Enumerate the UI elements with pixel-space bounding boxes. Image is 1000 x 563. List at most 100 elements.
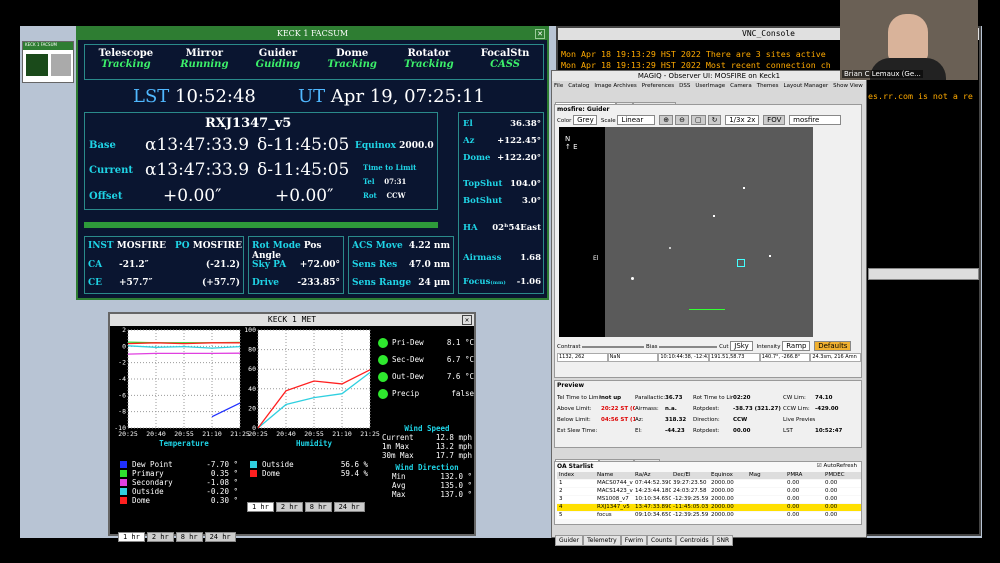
color-select[interactable]: Grey <box>573 115 598 125</box>
camera-select[interactable]: mosfire <box>789 115 842 125</box>
x-tick-label: 21:10 <box>202 430 222 438</box>
airmass-label: Airmass <box>463 253 502 263</box>
range-button[interactable]: 1 hr <box>118 532 145 542</box>
preview-value: n.a. <box>665 405 677 412</box>
table-row[interactable]: 5 focus 09:10:34.650 -12:39:25.59 2000.00 0.0… <box>557 512 861 519</box>
close-icon[interactable]: ✕ <box>535 29 545 39</box>
status-value: 7.6 °C <box>446 372 474 381</box>
menu-item[interactable]: File <box>554 83 563 89</box>
wind-value: 137.0 ° <box>440 490 472 499</box>
close-icon[interactable]: ✕ <box>462 315 472 325</box>
magiq-titlebar[interactable]: MAGIQ - Observer UI: MOSFIRE on Keck1✕ <box>552 71 866 81</box>
preview-value: not up <box>601 394 622 401</box>
preview-label: CCW Lim: <box>783 405 810 412</box>
column-header[interactable]: Mag <box>747 472 785 479</box>
column-header[interactable]: Dec/El <box>671 472 709 479</box>
table-cell: 4 <box>559 504 563 510</box>
menu-item[interactable]: Layout Manager <box>784 83 829 89</box>
current-dec: δ-11:45:05 <box>257 160 350 180</box>
contrast-slider[interactable] <box>582 345 645 348</box>
legend-name: Dew Point <box>132 460 173 469</box>
scale-label: Scale <box>600 118 616 124</box>
star <box>631 277 634 280</box>
column-header[interactable]: PMRA <box>785 472 823 479</box>
table-cell <box>747 504 785 511</box>
menu-item[interactable]: Camera <box>730 83 752 89</box>
cut-select[interactable]: JSky <box>730 341 753 351</box>
intensity-select[interactable]: Ramp <box>782 341 811 351</box>
column-header[interactable]: Ra/Az <box>633 472 671 479</box>
menu-item[interactable]: DSS <box>679 83 690 89</box>
fov-button[interactable]: FOV <box>763 115 786 125</box>
subsystem-name: Telescope <box>98 48 154 59</box>
defaults-button[interactable]: Defaults <box>814 341 852 351</box>
intensity-label: Intensity <box>756 344 781 350</box>
table-row[interactable]: 3 MS1008_v7 10:10:34.650 -12:39:25.59 2000.0… <box>557 496 861 503</box>
compass-north-icon: N ↑ E <box>565 135 578 151</box>
scale-select[interactable]: Linear <box>617 115 656 125</box>
range-button[interactable]: 24 hr <box>204 532 236 542</box>
table-cell <box>747 496 785 503</box>
bottom-tab[interactable]: Telemetry <box>583 535 621 546</box>
column-header[interactable]: Index <box>557 472 595 479</box>
range-button[interactable]: 2 hr <box>275 502 303 512</box>
refresh-icon[interactable]: ↻ <box>707 115 722 125</box>
bottom-tab[interactable]: Guider <box>555 535 584 546</box>
wind-direction-title: Wind Direction <box>395 463 459 472</box>
table-cell: 2000.00 <box>711 488 734 494</box>
ca-label: CA <box>88 260 103 270</box>
zoom-out-icon[interactable]: ⊖ <box>675 115 689 125</box>
menu-item[interactable]: Themes <box>757 83 779 89</box>
bias-slider[interactable] <box>659 345 718 348</box>
bottom-tab[interactable]: Centroids <box>676 535 713 546</box>
y-tick-label: -2 <box>118 359 126 367</box>
legend-swatch <box>120 470 127 477</box>
x-tick-label: 21:25 <box>230 430 250 438</box>
column-header[interactable]: PMDEC <box>823 472 861 479</box>
bottom-tab[interactable]: SNR <box>712 535 734 546</box>
zoom-in-icon[interactable]: ⊕ <box>659 115 674 125</box>
range-button[interactable]: 24 hr <box>333 502 365 512</box>
offset-ra: +0.00″ <box>163 186 222 206</box>
facsum-titlebar[interactable]: KECK 1 FACSUM ✕ <box>78 28 547 40</box>
bottom-tab[interactable]: Counts <box>647 535 676 546</box>
icon-window[interactable]: KECK 1 FACSUM <box>22 41 74 83</box>
preview-grid: Tel Time to Limit: not up Parallactic: 36.7… <box>557 392 861 436</box>
table-cell: 2 <box>559 488 563 494</box>
menu-item[interactable]: Image Archives <box>594 83 636 89</box>
range-button[interactable]: 2 hr <box>146 532 174 542</box>
menu-item[interactable]: Catalog <box>568 83 589 89</box>
bottom-tab[interactable]: Fwrim <box>620 535 648 546</box>
range-button[interactable]: 1 hr <box>247 502 274 512</box>
subsystem-name: Rotator <box>407 48 451 59</box>
zoom-fit-icon[interactable]: ▢ <box>690 115 706 125</box>
column-header[interactable]: Equinox <box>709 472 747 479</box>
table-row[interactable]: 2 MACS1423_v5 14:23:44.180 24:03:27.58 2000.… <box>557 488 861 495</box>
preview-value: CCW <box>733 416 748 423</box>
status-cell: 191.51,58.73 <box>709 353 760 362</box>
zoom-select[interactable]: 1/3x 2x <box>725 115 760 125</box>
column-header[interactable]: Name <box>595 472 633 479</box>
status-led-icon <box>378 388 388 399</box>
table-row[interactable]: 4 RXJ1347_v5 13:47:33.890 -11:45:05.03 2000.… <box>557 504 861 511</box>
magiq-window: MAGIQ - Observer UI: MOSFIRE on Keck1✕ F… <box>551 70 867 546</box>
menu-item[interactable]: Preferences <box>642 83 674 89</box>
range-button[interactable]: 8 hr <box>304 502 332 512</box>
topshut-label: TopShut <box>463 179 503 189</box>
star <box>769 255 771 257</box>
preview-value: 74.10 <box>815 394 833 401</box>
x-tick-label: 21:10 <box>332 430 352 438</box>
guider-image[interactable]: N ↑ E El <box>559 127 813 337</box>
legend-name: Dome <box>262 469 281 478</box>
menu-item[interactable]: Show View <box>833 83 863 89</box>
met-titlebar[interactable]: KECK 1 MET ✕ <box>110 314 474 326</box>
autorefresh-checkbox[interactable]: ☑ AutoRefresh <box>817 463 857 469</box>
preview-value: -429.00 <box>815 405 839 412</box>
wind-value: 132.0 ° <box>440 472 472 481</box>
skypa-value: +72.00° <box>299 260 340 270</box>
met-status: Pri-Dew 8.1 °C Sec-Dew 6.7 °C Out-Dew 7.6 °C P… <box>378 334 474 402</box>
contrast-label: Contrast <box>557 344 581 350</box>
table-row[interactable]: 1 MACS0744_v4 07:44:52.390 39:27:23.50 2000.… <box>557 480 861 487</box>
range-button[interactable]: 8 hr <box>175 532 203 542</box>
menu-item[interactable]: UserImage <box>695 83 725 89</box>
